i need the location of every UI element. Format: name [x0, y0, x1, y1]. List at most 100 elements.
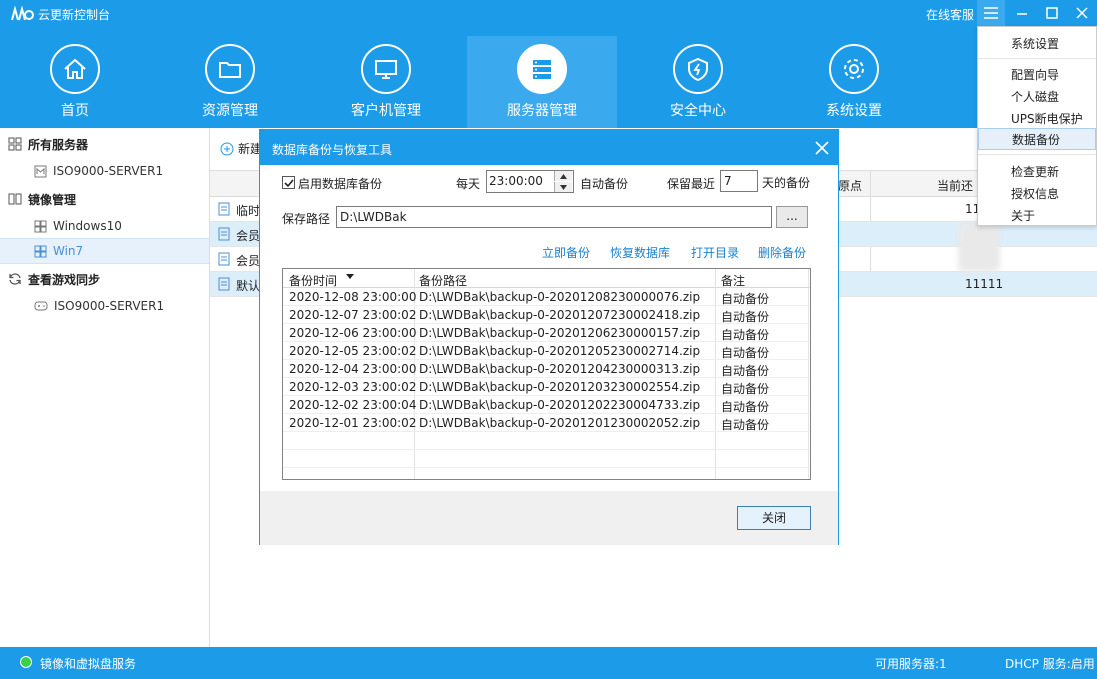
maximize-icon — [1046, 7, 1058, 19]
menu-item-label: 授权信息 — [1011, 186, 1060, 201]
backup-path: D:\LWDBak\backup-0-20201208230000076.zip — [419, 290, 701, 304]
menu-item-system-settings[interactable]: 系统设置 — [978, 32, 1096, 54]
sidebar-item-label: 所有服务器 — [28, 137, 89, 152]
main-menu-button[interactable] — [977, 0, 1005, 26]
menu-item-ups[interactable]: UPS断电保护 — [978, 107, 1096, 129]
dialog-footer: 关闭 — [260, 491, 838, 545]
menu-item-check-update[interactable]: 检查更新 — [978, 160, 1096, 182]
daily-label: 每天 — [456, 177, 481, 191]
nav-home-circle — [50, 44, 100, 94]
menu-separator — [978, 58, 1096, 59]
close-icon — [1076, 7, 1088, 19]
app-logo-icon — [11, 6, 34, 21]
menu-item-config-wizard[interactable]: 配置向导 — [978, 63, 1096, 85]
menu-item-about[interactable]: 关于 — [978, 204, 1096, 226]
menu-separator — [978, 154, 1096, 155]
sidebar-item-label: Win7 — [53, 244, 84, 258]
column-header-path[interactable]: 备份路径 — [419, 272, 467, 289]
nav-home[interactable]: 首页 — [0, 36, 150, 128]
list-item[interactable]: 2020-12-01 23:00:02 D:\LWDBak\backup-0-2… — [283, 414, 810, 432]
arrow-up-icon — [560, 173, 567, 179]
nav-clients[interactable]: 客户机管理 — [311, 36, 461, 128]
backup-path: D:\LWDBak\backup-0-20201201230002052.zip — [419, 416, 701, 430]
nav-servers-circle — [517, 44, 567, 94]
sidebar-item-server1[interactable]: ISO9000-SERVER1 — [0, 158, 209, 184]
menu-item-label: 关于 — [1011, 208, 1036, 223]
backup-note: 自动备份 — [721, 328, 770, 342]
nav-security[interactable]: 安全中心 — [623, 36, 773, 128]
sidebar-item-windows10[interactable]: Windows10 — [0, 213, 209, 239]
delete-backup-link[interactable]: 删除备份 — [758, 244, 806, 261]
backup-time: 2020-12-02 23:00:04 — [289, 398, 417, 412]
nav-resources-circle — [205, 44, 255, 94]
main-nav: 首页 资源管理 客户机管理 服务器管理 安全中心 系统设置 — [0, 36, 1097, 128]
close-window-button[interactable] — [1068, 0, 1096, 26]
sidebar-item-win7[interactable]: Win7 — [0, 238, 209, 264]
enable-backup-checkbox[interactable] — [282, 176, 295, 189]
time-spin-up[interactable] — [554, 171, 572, 181]
document-icon — [218, 252, 230, 269]
document-icon — [218, 202, 230, 219]
service-status: 镜像和虚拟盘服务 — [40, 657, 137, 671]
minimize-icon — [1017, 13, 1027, 15]
nav-servers-label: 服务器管理 — [507, 103, 577, 119]
list-item[interactable]: 2020-12-08 23:00:00 D:\LWDBak\backup-0-2… — [283, 288, 810, 306]
list-item[interactable]: 2020-12-06 23:00:00 D:\LWDBak\backup-0-2… — [283, 324, 810, 342]
nav-clients-circle — [361, 44, 411, 94]
close-dialog-button[interactable]: 关闭 — [737, 506, 811, 530]
sidebar-group-image-management[interactable]: 镜像管理 — [0, 186, 209, 212]
keep-days-input[interactable]: 7 — [720, 170, 758, 192]
dialog-title: 数据库备份与恢复工具 — [272, 143, 393, 157]
column-header-time[interactable]: 备份时间 — [289, 272, 337, 289]
list-item[interactable]: 2020-12-02 23:00:04 D:\LWDBak\backup-0-2… — [283, 396, 810, 414]
save-path-input[interactable]: D:\LWDBak — [336, 206, 772, 228]
open-directory-link[interactable]: 打开目录 — [691, 244, 739, 261]
backup-path: D:\LWDBak\backup-0-20201204230000313.zip — [419, 362, 701, 376]
sidebar-item-sync-server1[interactable]: ISO9000-SERVER1 — [0, 293, 209, 319]
dialog-title-bar[interactable]: 数据库备份与恢复工具 — [260, 130, 838, 165]
menu-item-personal-disk[interactable]: 个人磁盘 — [978, 85, 1096, 107]
auto-backup-label: 自动备份 — [580, 177, 629, 191]
dhcp-status: DHCP 服务:启用 — [1005, 657, 1095, 671]
nav-settings[interactable]: 系统设置 — [779, 36, 929, 128]
time-spin-down[interactable] — [554, 182, 572, 192]
gear-icon — [844, 59, 864, 79]
nav-resources[interactable]: 资源管理 — [155, 36, 305, 128]
list-item[interactable]: 2020-12-05 23:00:02 D:\LWDBak\backup-0-2… — [283, 342, 810, 360]
sidebar-item-label: 镜像管理 — [28, 192, 77, 207]
nav-security-circle — [673, 44, 723, 94]
list-item[interactable]: 2020-12-07 23:00:02 D:\LWDBak\backup-0-2… — [283, 306, 810, 324]
sidebar-item-label: Windows10 — [53, 219, 122, 233]
menu-item-data-backup[interactable]: 数据备份 — [978, 128, 1096, 150]
sync-icon — [8, 272, 22, 286]
nav-resources-label: 资源管理 — [202, 103, 258, 119]
backup-path: D:\LWDBak\backup-0-20201203230002554.zip — [419, 380, 701, 394]
header-origin: 原点 — [838, 179, 863, 193]
nav-servers[interactable]: 服务器管理 — [467, 36, 617, 128]
server-icon — [533, 60, 551, 79]
minimize-button[interactable] — [1008, 0, 1036, 26]
gamepad-icon — [34, 300, 48, 312]
row-name: 会员 — [236, 229, 261, 243]
restore-database-link[interactable]: 恢复数据库 — [610, 244, 670, 261]
browse-button[interactable]: ... — [776, 206, 808, 228]
list-item[interactable]: 2020-12-04 23:00:00 D:\LWDBak\backup-0-2… — [283, 360, 810, 378]
sidebar-group-game-sync[interactable]: 查看游戏同步 — [0, 266, 209, 292]
sidebar-group-all-servers[interactable]: 所有服务器 — [0, 131, 209, 157]
backup-now-link[interactable]: 立即备份 — [542, 244, 590, 261]
backup-note: 自动备份 — [721, 292, 770, 306]
blurred-area — [958, 222, 1000, 272]
row-name: 默认 — [236, 279, 261, 293]
menu-item-license-info[interactable]: 授权信息 — [978, 182, 1096, 204]
online-service-link[interactable]: 在线客服 — [926, 6, 974, 23]
save-path-label: 保存路径 — [282, 212, 331, 226]
list-item[interactable]: 2020-12-03 23:00:02 D:\LWDBak\backup-0-2… — [283, 378, 810, 396]
backup-note: 自动备份 — [721, 310, 770, 324]
add-button[interactable]: 新建 — [220, 140, 262, 157]
column-header-note[interactable]: 备注 — [721, 272, 745, 289]
app-window: 云更新控制台 在线客服 首页 资源管理 客户机管理 服务器管理 安全中心 系统设… — [0, 0, 1097, 679]
dialog-close-button[interactable] — [810, 136, 834, 160]
maximize-button[interactable] — [1038, 0, 1066, 26]
save-path-value: D:\LWDBak — [340, 210, 407, 224]
empty-list-row — [283, 432, 810, 450]
